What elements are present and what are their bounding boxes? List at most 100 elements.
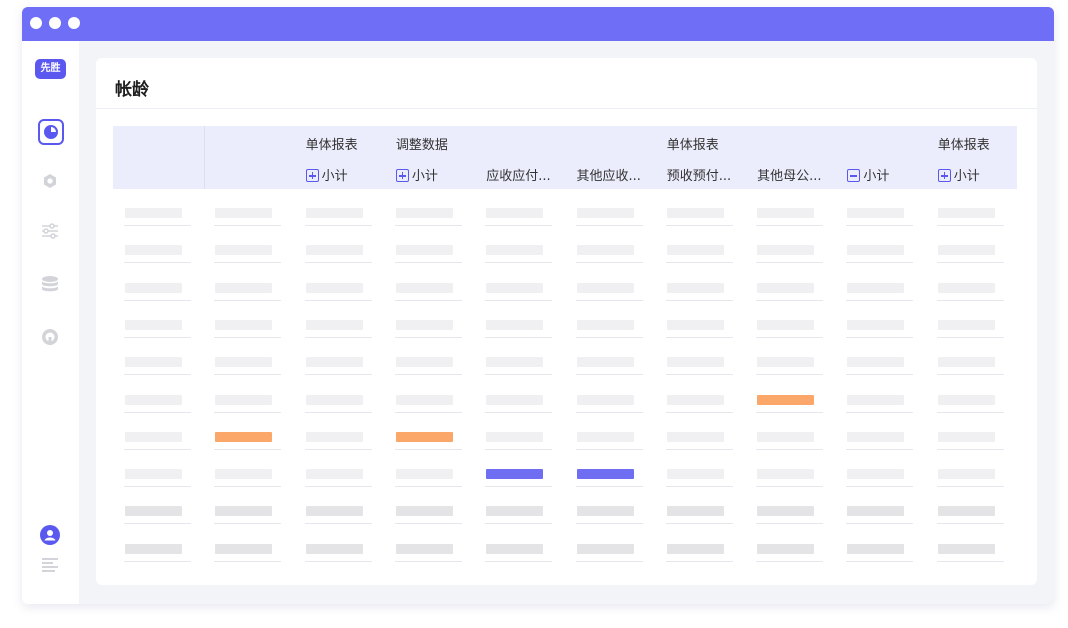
table-cell-placeholder[interactable] [847,543,905,554]
collapse-icon[interactable] [847,169,861,182]
table-cell-placeholder[interactable] [125,543,182,554]
nav-dashboard[interactable] [38,119,64,145]
table-cell-placeholder[interactable] [576,282,634,293]
table-cell-placeholder[interactable] [215,357,273,368]
table-cell-placeholder[interactable] [486,282,544,293]
table-cell-placeholder[interactable] [666,506,724,517]
column-header[interactable]: 小计 [395,165,438,184]
table-cell-placeholder[interactable] [576,506,634,517]
table-cell-placeholder[interactable] [215,245,273,256]
table-cell-placeholder[interactable] [937,394,995,405]
table-cell-placeholder[interactable] [395,282,453,293]
table-cell-placeholder[interactable] [395,319,453,330]
table-cell-placeholder[interactable] [305,282,363,293]
table-cell-placeholder[interactable] [305,245,363,256]
table-cell-placeholder[interactable] [215,543,273,554]
table-cell-placeholder[interactable] [215,506,273,517]
table-cell-placeholder[interactable] [576,469,634,480]
table-cell-placeholder[interactable] [937,543,995,554]
table-cell-placeholder[interactable] [757,245,815,256]
table-cell-placeholder[interactable] [395,469,453,480]
table-cell-placeholder[interactable] [486,469,544,480]
table-cell-placeholder[interactable] [847,357,905,368]
nav-user[interactable] [38,523,62,547]
expand-icon[interactable] [395,169,409,182]
table-cell-placeholder[interactable] [125,357,182,368]
table-cell-placeholder[interactable] [666,208,724,218]
table-cell-placeholder[interactable] [125,245,182,256]
table-cell-placeholder[interactable] [757,394,815,405]
table-cell-placeholder[interactable] [305,357,363,368]
table-cell-placeholder[interactable] [305,543,363,554]
table-cell-placeholder[interactable] [305,469,363,480]
table-cell-placeholder[interactable] [125,282,182,293]
table-cell-placeholder[interactable] [757,357,815,368]
table-cell-placeholder[interactable] [757,319,815,330]
table-cell-placeholder[interactable] [215,319,273,330]
window-dot-1[interactable] [30,17,42,29]
expand-icon[interactable] [937,169,951,182]
table-cell-placeholder[interactable] [125,469,182,480]
table-cell-placeholder[interactable] [486,319,544,330]
table-cell-placeholder[interactable] [305,431,363,442]
table-cell-placeholder[interactable] [757,431,815,442]
table-cell-placeholder[interactable] [305,506,363,517]
table-cell-placeholder[interactable] [395,431,453,442]
table-cell-placeholder[interactable] [576,543,634,554]
table-cell-placeholder[interactable] [847,319,905,330]
table-cell-placeholder[interactable] [576,245,634,256]
table-cell-placeholder[interactable] [666,431,724,442]
table-cell-placeholder[interactable] [395,357,453,368]
nav-data[interactable] [38,272,62,296]
nav-filters[interactable] [38,219,62,243]
table-cell-placeholder[interactable] [395,245,453,256]
table-cell-placeholder[interactable] [305,319,363,330]
table-cell-placeholder[interactable] [576,208,634,218]
table-cell-placeholder[interactable] [847,208,905,218]
expand-icon[interactable] [305,169,319,182]
table-cell-placeholder[interactable] [486,245,544,256]
table-cell-placeholder[interactable] [215,431,273,442]
nav-docs[interactable] [38,553,62,577]
table-cell-placeholder[interactable] [486,506,544,517]
table-cell-placeholder[interactable] [576,319,634,330]
table-cell-placeholder[interactable] [395,506,453,517]
table-cell-placeholder[interactable] [937,469,995,480]
nav-settings[interactable] [38,169,62,193]
table-cell-placeholder[interactable] [576,431,634,442]
table-cell-placeholder[interactable] [757,282,815,293]
table-cell-placeholder[interactable] [486,394,544,405]
table-cell-placeholder[interactable] [847,245,905,256]
table-cell-placeholder[interactable] [395,208,453,218]
table-cell-placeholder[interactable] [847,506,905,517]
table-cell-placeholder[interactable] [576,394,634,405]
table-cell-placeholder[interactable] [125,208,182,218]
table-cell-placeholder[interactable] [666,543,724,554]
window-dot-2[interactable] [49,17,61,29]
column-header[interactable]: 小计 [305,165,348,184]
table-cell-placeholder[interactable] [486,208,544,218]
table-cell-placeholder[interactable] [937,431,995,442]
table-cell-placeholder[interactable] [757,469,815,480]
table-cell-placeholder[interactable] [847,431,905,442]
table-cell-placeholder[interactable] [305,394,363,405]
table-cell-placeholder[interactable] [847,394,905,405]
table-cell-placeholder[interactable] [125,506,182,517]
table-cell-placeholder[interactable] [937,319,995,330]
app-logo[interactable]: 先胜 [35,59,66,79]
table-cell-placeholder[interactable] [666,282,724,293]
table-cell-placeholder[interactable] [395,543,453,554]
table-cell-placeholder[interactable] [215,208,273,218]
table-cell-placeholder[interactable] [757,506,815,517]
table-cell-placeholder[interactable] [666,357,724,368]
table-cell-placeholder[interactable] [125,431,182,442]
table-cell-placeholder[interactable] [937,208,995,218]
table-cell-placeholder[interactable] [757,208,815,218]
table-cell-placeholder[interactable] [666,319,724,330]
table-cell-placeholder[interactable] [215,282,273,293]
table-cell-placeholder[interactable] [847,469,905,480]
table-cell-placeholder[interactable] [125,394,182,405]
table-cell-placeholder[interactable] [666,394,724,405]
table-cell-placeholder[interactable] [666,245,724,256]
table-cell-placeholder[interactable] [486,357,544,368]
